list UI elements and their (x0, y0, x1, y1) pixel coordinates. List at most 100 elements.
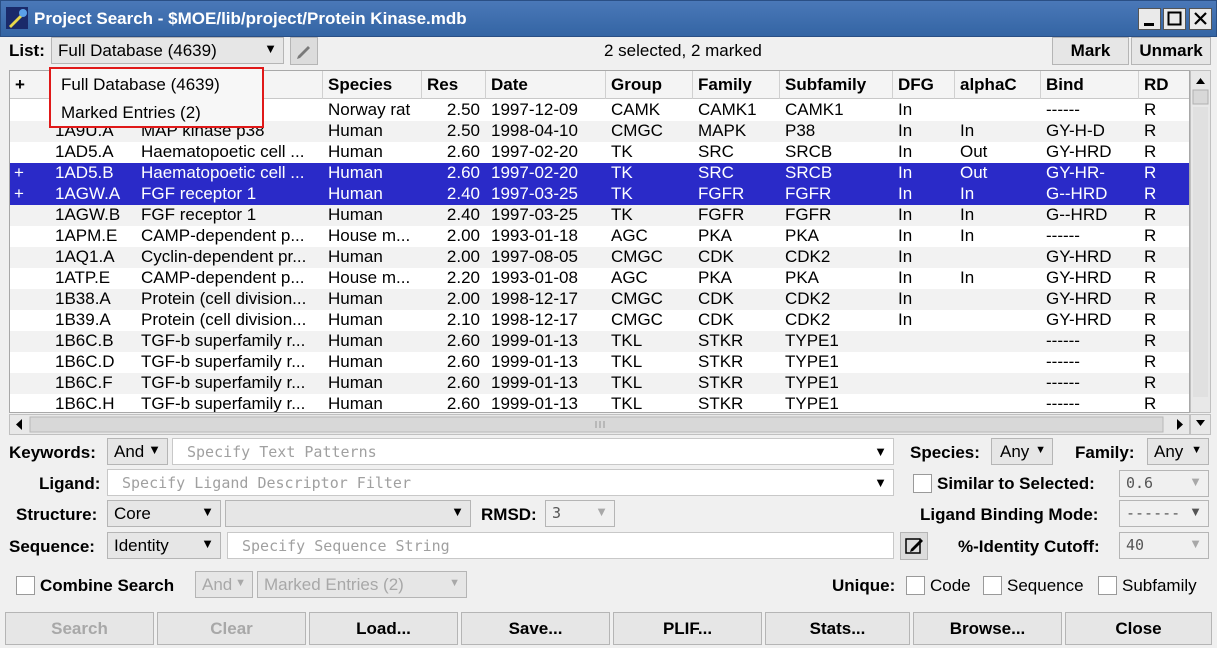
sequence-input[interactable]: Specify Sequence String (227, 532, 894, 559)
cell-alphac: In (960, 226, 975, 245)
cell-name: Haematopoetic cell ... (141, 142, 305, 161)
combine-mode-select[interactable]: And ▼ (195, 571, 253, 598)
table-row[interactable]: +1AGW.A FGF receptor 1 Human 2.40 1997-03-25… (10, 184, 1189, 205)
cell-date: 1997-03-25 (491, 184, 578, 203)
minimize-button[interactable] (1138, 8, 1161, 30)
cell-dfg (898, 352, 954, 373)
column-header-family[interactable]: Family (693, 71, 780, 99)
chevron-down-icon: ▼ (1189, 504, 1202, 519)
table-row[interactable]: +1AD5.B Haematopoetic cell ... Human 2.60 19… (10, 163, 1189, 184)
family-select[interactable]: Any ▼ (1147, 438, 1209, 465)
table-row[interactable]: 1AQ1.A Cyclin-dependent pr... Human 2.00 199… (10, 247, 1189, 268)
cell-res: 2.60 (446, 163, 480, 182)
close-window-button[interactable] (1189, 8, 1212, 30)
cell-name: Cyclin-dependent pr... (141, 247, 307, 266)
edit-sequence-button[interactable] (900, 532, 928, 560)
chevron-down-icon: ▼ (874, 475, 887, 490)
structure-select[interactable]: Core ▼ (107, 500, 221, 527)
table-row[interactable]: 1B38.A Protein (cell division... Human 2.00… (10, 289, 1189, 310)
similar-select[interactable]: 0.6 ▼ (1119, 470, 1209, 497)
sequence-mode-select[interactable]: Identity ▼ (107, 532, 221, 559)
cell-date: 1993-01-18 (491, 226, 578, 245)
cell-name: TGF-b superfamily r... (141, 352, 306, 371)
column-header-subfamily[interactable]: Subfamily (780, 71, 893, 99)
clear-button[interactable]: Clear (157, 612, 306, 645)
column-header-rd[interactable]: RD (1139, 71, 1189, 99)
cell-family: CAMK1 (698, 100, 757, 119)
stats-button[interactable]: Stats... (765, 612, 910, 645)
cell-subfamily: FGFR (785, 184, 832, 203)
cell-res: 2.10 (446, 310, 480, 329)
keywords-input[interactable]: Specify Text Patterns ▼ (172, 438, 894, 465)
load-button[interactable]: Load... (309, 612, 458, 645)
cell-group: TK (611, 163, 633, 182)
app-icon (6, 7, 28, 29)
cell-family: CDK (698, 289, 734, 308)
cell-name: Protein (cell division... (141, 310, 307, 329)
cell-bind: G--HRD (1046, 205, 1108, 224)
combine-list-select[interactable]: Marked Entries (2) ▼ (257, 571, 467, 598)
species-select[interactable]: Any ▼ (991, 438, 1053, 465)
cell-alphac: In (960, 121, 975, 140)
table-row[interactable]: 1APM.E CAMP-dependent p... House m... 2.00 1… (10, 226, 1189, 247)
identity-cutoff-select[interactable]: 40 ▼ (1119, 532, 1209, 559)
column-header-mark[interactable]: + (10, 71, 50, 99)
column-header-res[interactable]: Res (422, 71, 486, 99)
column-header-date[interactable]: Date (486, 71, 606, 99)
cell-dfg: In (898, 226, 913, 245)
cell-dfg: In (898, 205, 913, 224)
cell-group: TK (611, 205, 633, 224)
column-header-species[interactable]: Species (323, 71, 422, 99)
column-header-group[interactable]: Group (606, 71, 693, 99)
table-row[interactable]: 1B39.A Protein (cell division... Human 2.10… (10, 310, 1189, 331)
combine-search-checkbox[interactable] (16, 576, 35, 595)
table-row[interactable]: 1AGW.B FGF receptor 1 Human 2.40 1997-03-25 T… (10, 205, 1189, 226)
plif-button[interactable]: PLIF... (613, 612, 762, 645)
menu-item-full-database[interactable]: Full Database (4639) (61, 75, 220, 95)
browse-button[interactable]: Browse... (913, 612, 1062, 645)
horizontal-scrollbar[interactable] (9, 414, 1190, 435)
cell-code: 1B39.A (55, 310, 111, 329)
table-row[interactable]: 1B6C.F TGF-b superfamily r... Human 2.60 199… (10, 373, 1189, 394)
maximize-button[interactable] (1163, 8, 1186, 30)
cell-bind: ------ (1046, 352, 1080, 371)
unique-label: Unique: (832, 576, 896, 595)
rmsd-select[interactable]: 3 ▼ (545, 500, 615, 527)
list-label: List: (9, 41, 45, 60)
cell-rd: R (1144, 163, 1157, 182)
list-dropdown-menu[interactable]: Full Database (4639) Marked Entries (2) (49, 67, 264, 128)
cell-bind: ------ (1046, 373, 1080, 392)
table-row[interactable]: 1B6C.D TGF-b superfamily r... Human 2.60 199… (10, 352, 1189, 373)
unique-sequence-checkbox[interactable] (983, 576, 1002, 595)
edit-list-button[interactable] (290, 37, 318, 65)
vertical-scrollbar[interactable] (1190, 70, 1211, 413)
cell-bind: GY-HR- (1046, 163, 1105, 182)
unique-code-checkbox[interactable] (906, 576, 925, 595)
cell-alphac (960, 247, 1040, 268)
unique-subfamily-checkbox[interactable] (1098, 576, 1117, 595)
search-button[interactable]: Search (5, 612, 154, 645)
list-select[interactable]: Full Database (4639) ▼ (51, 37, 284, 64)
table-row[interactable]: 1B6C.H TGF-b superfamily r... Human 2.60 199… (10, 394, 1189, 412)
cell-species: Human (328, 163, 383, 182)
structure-sub-select[interactable]: ▼ (225, 500, 471, 527)
cell-date: 1997-03-25 (491, 205, 578, 224)
binding-mode-value: ------ (1126, 504, 1181, 522)
table-row[interactable]: 1ATP.E CAMP-dependent p... House m... 2.20 1… (10, 268, 1189, 289)
column-header-dfg[interactable]: DFG (893, 71, 955, 99)
keywords-mode-select[interactable]: And ▼ (107, 438, 168, 465)
similar-checkbox[interactable] (913, 474, 932, 493)
close-button[interactable]: Close (1065, 612, 1212, 645)
unmark-button[interactable]: Unmark (1131, 37, 1211, 65)
mark-button[interactable]: Mark (1052, 37, 1129, 65)
binding-mode-select[interactable]: ------ ▼ (1119, 500, 1209, 527)
cell-family: CDK (698, 310, 734, 329)
chevron-down-icon: ▼ (595, 504, 608, 519)
save-button[interactable]: Save... (461, 612, 610, 645)
ligand-input[interactable]: Specify Ligand Descriptor Filter ▼ (107, 469, 894, 496)
table-row[interactable]: 1AD5.A Haematopoetic cell ... Human 2.60 199… (10, 142, 1189, 163)
menu-item-marked-entries[interactable]: Marked Entries (2) (61, 103, 201, 123)
column-header-alphac[interactable]: alphaC (955, 71, 1041, 99)
column-header-bind[interactable]: Bind (1041, 71, 1139, 99)
table-row[interactable]: 1B6C.B TGF-b superfamily r... Human 2.60 199… (10, 331, 1189, 352)
